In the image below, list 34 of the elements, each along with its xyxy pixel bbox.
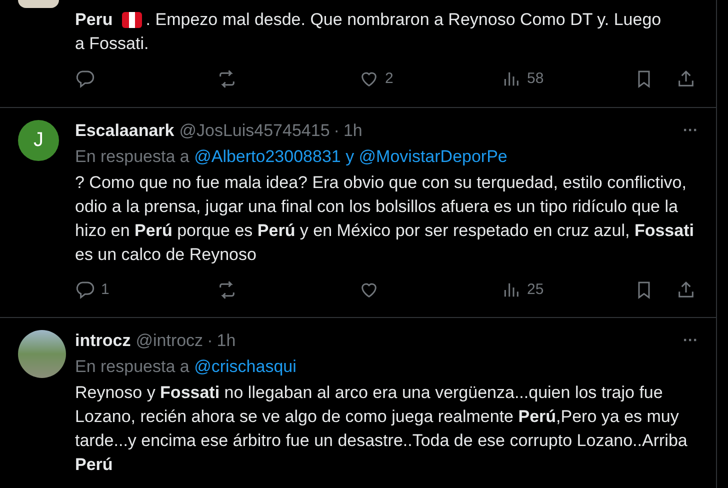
tweet-text: ? Como que no fue mala idea? Era obvio que con su terquedad, estilo conflictivo, odio a la prensa, jugar una final con los bolsillos afuera es un tipo ridículo que la hizo en Perú porque es Perú y en México por ser respetado en cruz azul, Fossati es un calco de Reynoso: [75, 172, 694, 264]
count: 25: [527, 280, 544, 300]
avatar[interactable]: J: [18, 120, 59, 160]
more-options[interactable]: ···: [683, 330, 698, 352]
share-icon[interactable]: [676, 69, 696, 90]
count: 58: [527, 69, 544, 89]
timestamp[interactable]: 1h: [216, 330, 236, 352]
tweet-text: Peru: [75, 9, 113, 31]
count: 2: [385, 69, 394, 89]
tweet-text: a Fossati.: [75, 33, 149, 55]
reply-icon[interactable]: [75, 69, 95, 90]
heart-icon[interactable]: [359, 69, 379, 90]
more-options[interactable]: ···: [683, 120, 698, 142]
reply-label: En respuesta a: [75, 146, 190, 166]
timestamp[interactable]: 1h: [343, 120, 362, 142]
avatar-photo[interactable]: [18, 330, 66, 378]
mention-link[interactable]: @Alberto23008831 y @MovistarDeporPe: [194, 146, 508, 166]
repost-icon[interactable]: [217, 280, 237, 300]
separator: ·: [334, 120, 340, 142]
reply-label: En respuesta a: [75, 357, 190, 376]
user-name[interactable]: introcz: [75, 330, 131, 352]
flag-icon: [122, 12, 142, 28]
user-name[interactable]: Escalaanark: [75, 120, 174, 142]
tweet-text: . Empezo mal desde. Que nombraron a Reynoso Como DT y. Luego: [146, 9, 662, 31]
reply-icon[interactable]: [75, 280, 95, 300]
repost-icon[interactable]: [217, 69, 237, 90]
count: 1: [101, 280, 110, 300]
user-handle[interactable]: @introcz: [136, 330, 204, 352]
separator: ·: [207, 330, 213, 352]
mention-link[interactable]: @crischasqui: [194, 357, 296, 376]
share-icon[interactable]: [676, 280, 696, 300]
tweet-text: Reynoso y Fossati no llegaban al arco era una vergüenza...quien los trajo fue Lozano, recién ahora se ve algo de como juega realmente Perú,Pero ya es muy tarde...y encima ese árbitro fue un desastre..Toda de ese corrupto Lozano..Arriba Perú: [75, 383, 688, 474]
avatar[interactable]: [18, 0, 59, 8]
user-handle[interactable]: @JosLuis45745415: [179, 120, 330, 142]
